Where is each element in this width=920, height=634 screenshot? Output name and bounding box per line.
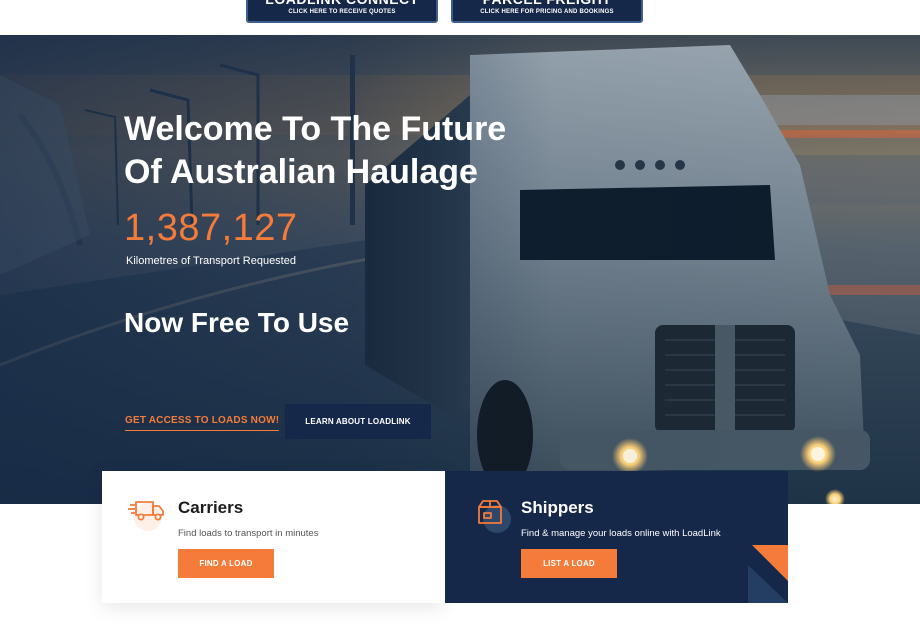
parcel-freight-subtitle: CLICK HERE FOR PRICING AND BOOKINGS bbox=[480, 9, 614, 15]
loadlink-connect-button[interactable]: LOADLINK CONNECT CLICK HERE TO RECEIVE Q… bbox=[246, 0, 438, 23]
shippers-description: Find & manage your loads online with Loa… bbox=[521, 528, 721, 539]
kilometres-counter-label: Kilometres of Transport Requested bbox=[126, 255, 296, 267]
box-icon bbox=[478, 500, 511, 533]
learn-about-loadlink-button[interactable]: LEARN ABOUT LOADLINK bbox=[285, 404, 431, 439]
find-a-load-button[interactable]: FIND A LOAD bbox=[178, 549, 274, 578]
parcel-freight-button[interactable]: PARCEL FREIGHT CLICK HERE FOR PRICING AN… bbox=[451, 0, 643, 23]
hero-title-line-2: Of Australian Haulage bbox=[124, 153, 478, 191]
hero-banner: Welcome To The Future Of Australian Haul… bbox=[0, 35, 920, 504]
list-a-load-button[interactable]: LIST A LOAD bbox=[521, 549, 617, 578]
carriers-title: Carriers bbox=[178, 498, 244, 517]
shippers-card: Shippers Find & manage your loads online… bbox=[445, 471, 788, 603]
parcel-freight-title: PARCEL FREIGHT bbox=[453, 0, 641, 8]
hero-title: Welcome To The Future Of Australian Haul… bbox=[124, 108, 554, 194]
loadlink-connect-title: LOADLINK CONNECT bbox=[248, 0, 436, 8]
loadlink-connect-subtitle: CLICK HERE TO RECEIVE QUOTES bbox=[288, 9, 396, 15]
delivery-truck-icon bbox=[128, 501, 164, 531]
carriers-description: Find loads to transport in minutes bbox=[178, 528, 319, 539]
hero-overlay bbox=[0, 35, 920, 504]
corner-decoration bbox=[748, 545, 788, 603]
hero-subheading: Now Free To Use bbox=[124, 307, 350, 338]
kilometres-counter: 1,387,127 bbox=[124, 207, 298, 249]
get-access-link[interactable]: GET ACCESS TO LOADS NOW! bbox=[125, 415, 280, 431]
hero-title-line-1: Welcome To The Future bbox=[124, 110, 507, 148]
carriers-card: Carriers Find loads to transport in minu… bbox=[102, 471, 445, 603]
shippers-title: Shippers bbox=[521, 498, 594, 517]
top-bar: LOADLINK CONNECT CLICK HERE TO RECEIVE Q… bbox=[0, 0, 920, 35]
